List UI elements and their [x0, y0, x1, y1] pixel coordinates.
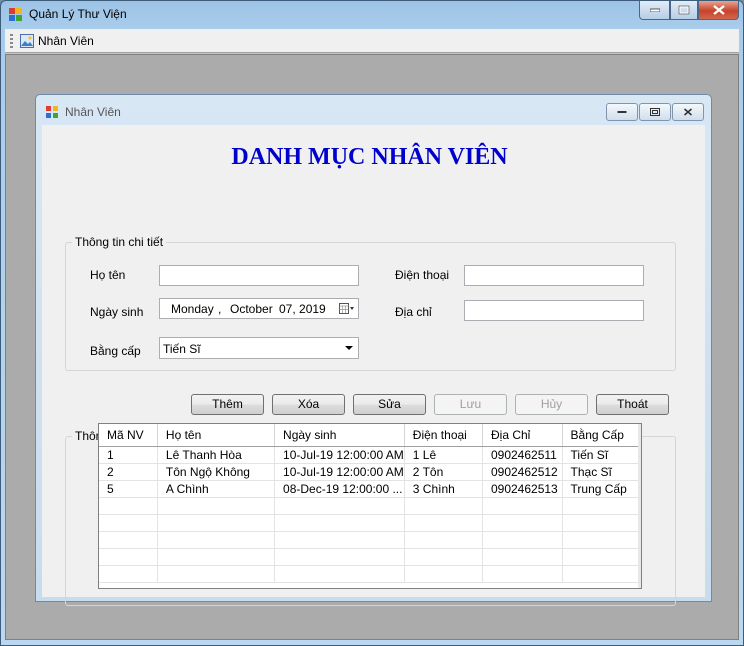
bang-cap-combobox[interactable]: Tiến Sĩ: [159, 337, 359, 359]
them-button[interactable]: Thêm: [191, 394, 264, 415]
close-button[interactable]: [698, 1, 739, 20]
details-group-label: Thông tin chi tiết: [72, 235, 167, 249]
grid-header-row: Mã NV Họ tên Ngày sinh Điện thoại Địa Ch…: [99, 424, 641, 447]
menu-grip[interactable]: [10, 34, 13, 48]
ho-ten-input[interactable]: [159, 265, 359, 286]
ngay-sinh-label: Ngày sinh: [90, 305, 144, 319]
sua-button[interactable]: Sửa: [353, 394, 426, 415]
cell[interactable]: 0902462512: [482, 463, 563, 481]
maximize-icon: [678, 5, 690, 15]
empty-row: [99, 565, 641, 583]
dien-thoai-label: Điện thoại: [395, 268, 450, 282]
maximize-button[interactable]: [670, 1, 698, 20]
main-title-bar[interactable]: Quản Lý Thư Viện: [1, 1, 743, 28]
cell[interactable]: 10-Jul-19 12:00:00 AM: [274, 463, 405, 481]
column-header[interactable]: Địa Chỉ: [482, 424, 563, 447]
ho-ten-label: Họ tên: [90, 268, 126, 282]
table-row[interactable]: 5 A Chình 08-Dec-19 12:00:00 ... 3 Chình…: [99, 480, 641, 498]
child-minimize-button[interactable]: [606, 103, 638, 121]
dia-chi-label: Địa chỉ: [395, 305, 432, 319]
cell[interactable]: 2 Tôn: [404, 463, 483, 481]
close-icon: [683, 108, 693, 116]
column-header[interactable]: Họ tên: [157, 424, 276, 447]
menu-item-label: Nhân Viên: [38, 34, 94, 48]
child-title-bar[interactable]: Nhân Viên: [36, 95, 711, 125]
empty-row: [99, 514, 641, 532]
cell[interactable]: 10-Jul-19 12:00:00 AM: [274, 446, 405, 464]
column-header[interactable]: Mã NV: [99, 424, 158, 447]
cell[interactable]: Trung Cấp: [562, 480, 641, 498]
minimize-icon: [649, 8, 660, 12]
cell[interactable]: 0902462513: [482, 480, 563, 498]
cell[interactable]: 1: [99, 446, 158, 464]
ngay-sinh-datepicker[interactable]: Monday , October 07, 2019: [159, 298, 359, 319]
table-row[interactable]: 1 Lê Thanh Hòa 10-Jul-19 12:00:00 AM 1 L…: [99, 446, 641, 464]
empty-row: [99, 497, 641, 515]
page-title: DANH MỤC NHÂN VIÊN: [231, 144, 508, 170]
app-icon: [9, 8, 22, 21]
nhan-vien-grid[interactable]: Mã NV Họ tên Ngày sinh Điện thoại Địa Ch…: [98, 423, 642, 589]
empty-row: [99, 548, 641, 566]
bang-cap-value: Tiến Sĩ: [163, 342, 201, 356]
restore-icon: [650, 108, 660, 116]
column-header[interactable]: Bằng Cấp: [562, 424, 641, 447]
grid-table: Mã NV Họ tên Ngày sinh Điện thoại Địa Ch…: [99, 424, 641, 583]
bang-cap-label: Bằng cấp: [90, 344, 141, 358]
minimize-icon: [617, 111, 627, 113]
grid-scrollbar[interactable]: [638, 424, 641, 588]
cell[interactable]: Tôn Ngộ Không: [157, 463, 276, 481]
picture-icon: [20, 34, 34, 48]
thoat-button[interactable]: Thoát: [596, 394, 669, 415]
cell[interactable]: 0902462511: [482, 446, 563, 464]
dia-chi-input[interactable]: [464, 300, 644, 321]
menu-item-nhan-vien[interactable]: Nhân Viên: [18, 32, 98, 50]
main-window-title: Quản Lý Thư Viện: [29, 7, 127, 21]
column-header[interactable]: Ngày sinh: [274, 424, 405, 447]
cell[interactable]: Thạc Sĩ: [562, 463, 641, 481]
huy-button[interactable]: Hủy: [515, 394, 588, 415]
calendar-dropdown-icon[interactable]: [339, 302, 355, 315]
column-header[interactable]: Điện thoại: [404, 424, 483, 447]
cell[interactable]: Lê Thanh Hòa: [157, 446, 276, 464]
cell[interactable]: 1 Lê: [404, 446, 483, 464]
luu-button[interactable]: Lưu: [434, 394, 507, 415]
child-window-title: Nhân Viên: [65, 105, 121, 119]
chevron-down-icon: [345, 346, 353, 350]
close-icon: [712, 5, 725, 15]
table-row[interactable]: 2 Tôn Ngộ Không 10-Jul-19 12:00:00 AM 2 …: [99, 463, 641, 481]
cell[interactable]: 2: [99, 463, 158, 481]
date-separator: ,: [218, 302, 222, 316]
date-day-year: 07, 2019: [279, 302, 326, 316]
cell[interactable]: 08-Dec-19 12:00:00 ...: [274, 480, 405, 498]
child-close-button[interactable]: [672, 103, 704, 121]
minimize-button[interactable]: [639, 1, 670, 20]
cell[interactable]: A Chình: [157, 480, 276, 498]
empty-row: [99, 531, 641, 549]
cell[interactable]: Tiến Sĩ: [562, 446, 641, 464]
date-month: October: [230, 302, 273, 316]
menu-strip: Nhân Viên: [5, 29, 739, 53]
date-weekday: Monday: [171, 302, 214, 316]
xoa-button[interactable]: Xóa: [272, 394, 345, 415]
child-restore-button[interactable]: [639, 103, 671, 121]
form-icon: [46, 106, 58, 118]
cell[interactable]: 5: [99, 480, 158, 498]
dien-thoai-input[interactable]: [464, 265, 644, 286]
cell[interactable]: 3 Chình: [404, 480, 483, 498]
